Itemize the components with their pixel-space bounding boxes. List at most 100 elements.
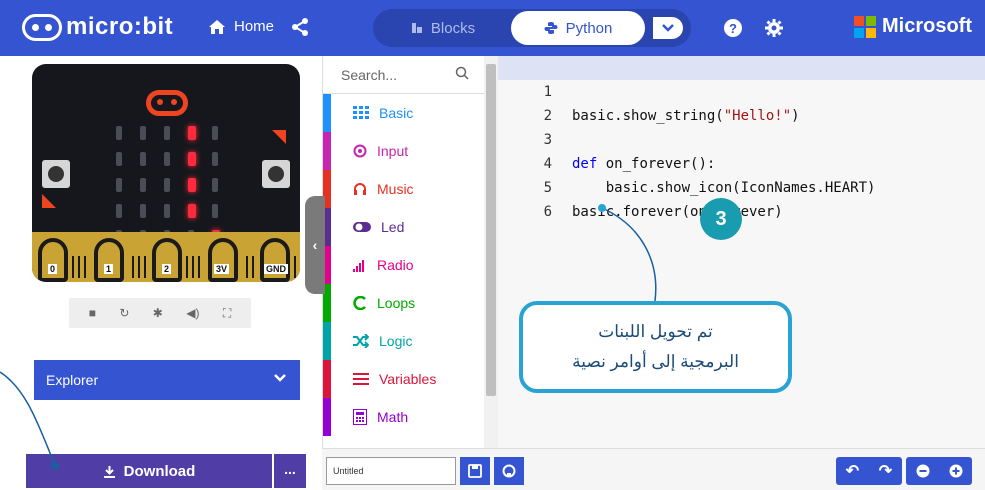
settings-button[interactable]	[764, 18, 784, 43]
pin-2[interactable]: 2	[152, 238, 182, 282]
category-label: Loops	[377, 295, 416, 311]
top-bar: micro:bit Home Blocks Python ? Microsoft	[0, 0, 985, 56]
collapse-simulator-button[interactable]: ‹	[305, 196, 325, 294]
github-button[interactable]	[494, 457, 524, 485]
category-input[interactable]: Input	[323, 132, 485, 170]
help-icon: ?	[724, 19, 742, 37]
category-led[interactable]: Led	[323, 208, 485, 246]
category-radio[interactable]: Radio	[323, 246, 485, 284]
edge-pin	[138, 256, 140, 278]
category-label: Radio	[377, 257, 414, 273]
toggle-icon	[353, 222, 371, 232]
led	[164, 178, 170, 192]
zoom-in-icon[interactable]	[949, 464, 963, 478]
home-label: Home	[234, 18, 275, 35]
toolbox-scrollbar[interactable]	[484, 56, 498, 448]
share-button[interactable]	[291, 18, 309, 41]
github-icon	[502, 464, 516, 478]
zoom-out-icon[interactable]	[916, 464, 930, 478]
pin-1[interactable]: 1	[94, 238, 124, 282]
python-label: Python	[565, 19, 613, 37]
debug-icon[interactable]: ✱	[153, 306, 163, 320]
download-label: Download	[123, 462, 196, 480]
language-dropdown[interactable]	[653, 17, 683, 39]
more-options-button[interactable]: ...	[274, 454, 306, 488]
save-icon	[468, 464, 482, 478]
code-line[interactable]: 6	[498, 176, 985, 220]
led	[140, 152, 146, 166]
led	[188, 178, 196, 192]
blocks-tab[interactable]: Blocks	[373, 9, 513, 47]
headphones-icon	[354, 183, 366, 195]
save-button[interactable]	[460, 457, 490, 485]
led	[116, 204, 122, 218]
toolbox: Search... Basic Input Music Led Radio Lo…	[322, 56, 485, 448]
category-label: Basic	[379, 105, 414, 121]
signal-bars-icon	[353, 260, 364, 272]
code-line[interactable]: 4 basic.show_icon(IconNames.HEART)	[498, 128, 985, 196]
editor-mode-toggle: Blocks Python	[373, 9, 691, 47]
pin-3v[interactable]: 3V	[208, 238, 238, 282]
logo-text: micro:bit	[66, 13, 174, 40]
target-icon	[353, 144, 367, 158]
callout-connector-left	[0, 371, 59, 470]
fullscreen-icon[interactable]: ⛶	[223, 306, 231, 321]
led	[116, 126, 122, 140]
led	[164, 204, 170, 218]
step-badge: 3	[700, 198, 742, 240]
category-math[interactable]: Math	[323, 398, 485, 436]
restart-icon[interactable]: ↻	[119, 306, 129, 320]
pin-label: 3V	[214, 264, 230, 274]
code-line[interactable]: 1 basic.show_string("Hello!")	[498, 56, 985, 124]
search-icon	[455, 66, 469, 80]
code-line[interactable]: 2	[498, 80, 985, 124]
category-loops[interactable]: Loops	[323, 284, 485, 322]
zoom-group	[906, 457, 972, 485]
callout-line: البرمجية إلى أوامر نصية	[572, 352, 739, 371]
microsoft-label: Microsoft	[882, 15, 972, 37]
led	[188, 126, 196, 140]
edge-pin	[132, 256, 134, 278]
category-music[interactable]: Music	[323, 170, 485, 208]
blocks-label: Blocks	[430, 19, 476, 37]
microsoft-logo[interactable]: Microsoft	[854, 15, 972, 38]
category-label: Led	[381, 219, 405, 235]
code-line[interactable]: 5 basic.forever(on_forever)	[498, 152, 985, 220]
led	[188, 152, 196, 166]
category-label: Music	[377, 181, 414, 197]
simulator-controls: ■ ↻ ✱ ◀) ⛶	[69, 298, 251, 328]
project-name-input[interactable]	[326, 457, 456, 485]
category-label: Math	[377, 409, 409, 425]
undo-redo-group: ↶ ↷	[836, 457, 902, 485]
svg-text:?: ?	[729, 21, 737, 36]
download-icon	[103, 465, 115, 478]
category-label: Logic	[379, 333, 413, 349]
redo-icon[interactable]: ↷	[879, 461, 892, 481]
category-logic[interactable]: Logic	[323, 322, 485, 360]
mute-icon[interactable]: ◀)	[186, 306, 199, 320]
chevron-left-icon: ‹	[312, 237, 318, 253]
python-tab[interactable]: Python	[511, 11, 645, 45]
undo-icon[interactable]: ↶	[846, 461, 859, 481]
category-variables[interactable]: Variables	[323, 360, 485, 398]
category-label: Variables	[379, 371, 437, 387]
scrollbar-thumb[interactable]	[486, 64, 496, 396]
edge-pin	[246, 256, 248, 278]
led	[116, 152, 122, 166]
python-icon	[544, 22, 558, 34]
toolbox-search[interactable]: Search...	[323, 56, 485, 94]
grid-icon	[353, 106, 369, 119]
button-b[interactable]	[262, 160, 290, 188]
pin-gnd[interactable]: GND	[260, 238, 290, 282]
stop-icon[interactable]: ■	[89, 306, 96, 320]
led	[140, 126, 146, 140]
edge-pin	[144, 256, 146, 278]
code-line[interactable]: 3 def on_forever():	[498, 104, 985, 172]
home-icon	[209, 19, 225, 34]
led	[188, 204, 196, 218]
category-label: Input	[377, 143, 409, 159]
loop-icon	[353, 296, 366, 310]
home-button[interactable]: Home	[208, 18, 274, 35]
help-button[interactable]: ?	[723, 18, 743, 43]
category-basic[interactable]: Basic	[323, 94, 485, 132]
